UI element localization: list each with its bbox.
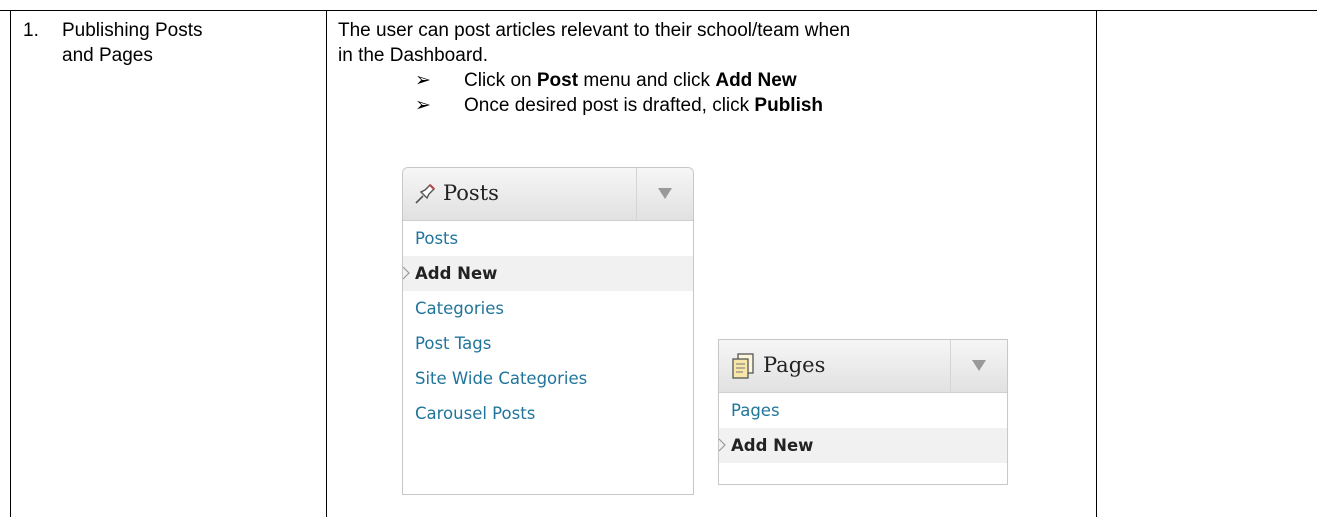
pages-menu-title: Pages	[763, 353, 826, 377]
pages-menu-item-add-new-label: Add New	[731, 436, 814, 455]
table-top-border	[0, 10, 1317, 11]
table-left-border	[10, 10, 11, 517]
row-title: Publishing Posts and Pages	[62, 18, 312, 68]
bullet-arrow-icon: ➢	[415, 95, 431, 116]
posts-menu-item-post-tags[interactable]: Post Tags	[403, 326, 693, 361]
current-caret-icon	[718, 438, 726, 452]
bullet-1-prefix: Click on	[464, 70, 537, 91]
bullet-1-bold-post: Post	[536, 70, 579, 91]
posts-menu-title: Posts	[443, 181, 499, 205]
table-column-divider-1	[326, 10, 327, 517]
bullet-arrow-icon: ➢	[415, 70, 431, 91]
row-number: 1.	[23, 20, 39, 41]
posts-menu-toggle[interactable]	[636, 168, 693, 220]
row-description: The user can post articles relevant to t…	[338, 18, 1078, 68]
pages-menu-toggle[interactable]	[950, 340, 1007, 392]
triangle-down-icon	[658, 188, 672, 199]
row-title-line-1: Publishing Posts	[62, 20, 203, 41]
description-line-1: The user can post articles relevant to t…	[338, 20, 851, 41]
posts-menu: Posts Posts Add New Categories Post Tags…	[402, 167, 694, 495]
pages-menu: Pages Pages Add New	[718, 339, 1008, 485]
row-title-line-2: and Pages	[62, 45, 153, 66]
description-line-2: in the Dashboard.	[338, 45, 488, 66]
bullet-item-1: Click on Post menu and click Add New	[464, 68, 797, 93]
pages-menu-header[interactable]: Pages	[719, 340, 1007, 393]
bullet-1-middle: menu and click	[578, 70, 716, 91]
bullet-item-2: Once desired post is drafted, click Publ…	[464, 93, 823, 118]
bullet-1-bold-add-new: Add New	[715, 70, 797, 91]
posts-menu-item-carousel-posts[interactable]: Carousel Posts	[403, 396, 693, 431]
current-caret-icon	[402, 266, 410, 280]
posts-menu-header[interactable]: Posts	[403, 168, 693, 221]
triangle-down-icon	[972, 360, 986, 371]
posts-menu-item-site-wide-categories[interactable]: Site Wide Categories	[403, 361, 693, 396]
posts-menu-item-categories[interactable]: Categories	[403, 291, 693, 326]
bullet-2-prefix: Once desired post is drafted, click	[464, 95, 755, 116]
table-column-divider-2	[1096, 10, 1097, 517]
posts-menu-item-posts[interactable]: Posts	[403, 221, 693, 256]
pages-icon	[732, 353, 754, 379]
pushpin-icon	[415, 184, 435, 204]
pages-menu-item-add-new[interactable]: Add New	[718, 428, 1007, 463]
posts-menu-item-add-new[interactable]: Add New	[402, 256, 693, 291]
posts-menu-item-add-new-label: Add New	[415, 264, 498, 283]
pages-menu-item-pages[interactable]: Pages	[719, 393, 1007, 428]
bullet-2-bold-publish: Publish	[754, 95, 824, 116]
